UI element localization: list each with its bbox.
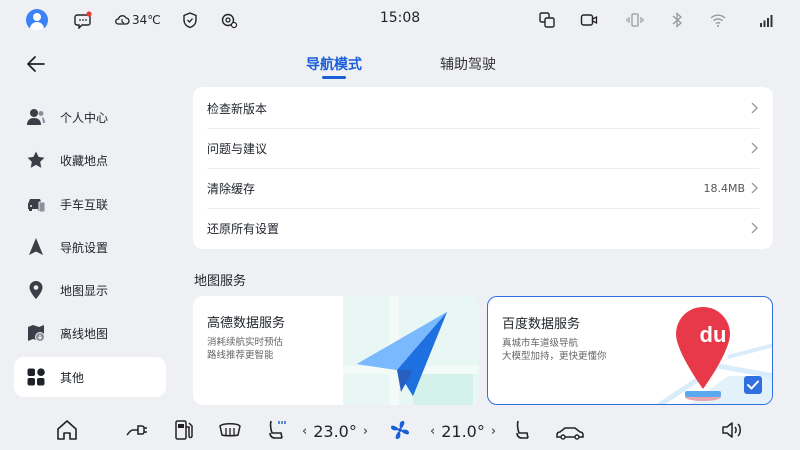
sidebar-item-car-connect[interactable]: 手车互联 (14, 184, 166, 224)
service-desc-line: 真城市车道级导航 (502, 338, 579, 349)
map-pin-icon (26, 280, 46, 300)
chevron-right-icon (751, 222, 758, 234)
service-desc-line: 大模型加持，更快更懂你 (502, 351, 607, 362)
sidebar-item-nav-settings[interactable]: 导航设置 (14, 227, 166, 267)
row-label: 还原所有设置 (207, 221, 280, 236)
row-feedback[interactable]: 问题与建议 (193, 128, 773, 168)
sidebar-item-profile[interactable]: 个人中心 (14, 97, 166, 137)
checkbox-checked-icon[interactable] (744, 376, 762, 394)
home-icon[interactable] (55, 418, 79, 442)
navigation-arrow-icon (26, 237, 46, 257)
fan-icon[interactable] (388, 418, 412, 442)
sidebar-item-label: 导航设置 (60, 240, 109, 255)
sidebar-item-offline-map[interactable]: 离线地图 (14, 313, 166, 353)
chevron-right-icon (751, 182, 758, 194)
back-arrow-icon[interactable] (24, 52, 48, 76)
chevron-right-icon (751, 142, 758, 154)
tab-driving-assist[interactable]: 辅助驾驶 (440, 54, 496, 74)
sidebar-item-label: 离线地图 (60, 326, 109, 341)
vibrate-icon (626, 13, 644, 27)
row-label: 清除缓存 (207, 181, 256, 196)
sidebar-item-label: 地图显示 (60, 283, 109, 298)
tab-navigation-mode[interactable]: 导航模式 (306, 54, 362, 74)
service-title: 百度数据服务 (502, 317, 581, 332)
paper-plane-icon (357, 312, 447, 396)
sidebar-item-label: 其他 (60, 370, 85, 385)
left-temp-control[interactable]: ‹ 23.0° › (296, 420, 374, 442)
car-icon[interactable] (555, 420, 585, 444)
map-services-title: 地图服务 (194, 274, 247, 289)
wifi-icon (710, 14, 726, 27)
baidu-logo-text: du (699, 322, 727, 347)
volume-icon[interactable] (720, 418, 744, 442)
sidebar-item-label: 个人中心 (60, 110, 109, 125)
sidebar-item-other[interactable]: 其他 (14, 357, 166, 397)
right-temp-value: 21.0° (441, 421, 485, 441)
row-label: 问题与建议 (207, 141, 268, 156)
person-icon (26, 107, 46, 127)
active-tab-indicator (322, 76, 346, 79)
car-connect-icon (26, 194, 46, 214)
right-temp-control[interactable]: ‹ 21.0° › (424, 420, 502, 442)
apps-grid-icon (26, 367, 46, 387)
row-reset-settings[interactable]: 还原所有设置 (193, 208, 773, 248)
left-temp-increase[interactable]: › (363, 424, 368, 439)
charge-plug-icon[interactable] (124, 418, 148, 442)
row-clear-cache[interactable]: 清除缓存 18.4MB (193, 168, 773, 208)
service-title: 高德数据服务 (207, 316, 286, 331)
sidebar-item-label: 收藏地点 (60, 153, 109, 168)
screen-mirror-icon[interactable] (538, 11, 556, 29)
bluetooth-icon (672, 12, 682, 28)
signal-icon (760, 15, 773, 27)
baidu-pin-icon (676, 307, 730, 401)
right-temp-increase[interactable]: › (491, 424, 496, 439)
amap-service-card[interactable]: 高德数据服务 消耗续航实时预估 路线推荐更智能 (193, 296, 479, 405)
service-description: 消耗续航实时预估 路线推荐更智能 (207, 336, 347, 362)
camera-icon[interactable] (580, 11, 598, 29)
star-icon (26, 150, 46, 170)
service-desc-line: 消耗续航实时预估 (207, 337, 284, 348)
sidebar-item-favorites[interactable]: 收藏地点 (14, 140, 166, 180)
rear-defrost-icon[interactable] (218, 418, 242, 442)
chevron-right-icon (751, 102, 758, 114)
service-description: 真城市车道级导航 大模型加持，更快更懂你 (502, 337, 642, 363)
settings-card: 检查新版本 问题与建议 清除缓存 18.4MB 还原所有设置 (193, 87, 773, 249)
row-label: 检查新版本 (207, 101, 268, 116)
service-desc-line: 路线推荐更智能 (207, 350, 274, 361)
seat-icon[interactable] (510, 418, 534, 442)
seat-heat-icon[interactable] (264, 418, 288, 442)
left-temp-value: 23.0° (313, 421, 357, 441)
right-temp-decrease[interactable]: ‹ (430, 424, 435, 439)
sidebar-item-label: 手车互联 (60, 197, 109, 212)
status-bar: 34℃ 15:08 (0, 0, 800, 40)
left-temp-decrease[interactable]: ‹ (302, 424, 307, 439)
cache-size: 18.4MB (703, 181, 745, 195)
baidu-service-card[interactable]: du 百度数据服务 真城市车道级导航 大模型加持，更快更懂你 (487, 296, 773, 405)
sidebar-item-map-display[interactable]: 地图显示 (14, 270, 166, 310)
row-check-update[interactable]: 检查新版本 (193, 88, 773, 128)
fuel-icon[interactable] (172, 418, 196, 442)
offline-map-icon (26, 323, 46, 343)
